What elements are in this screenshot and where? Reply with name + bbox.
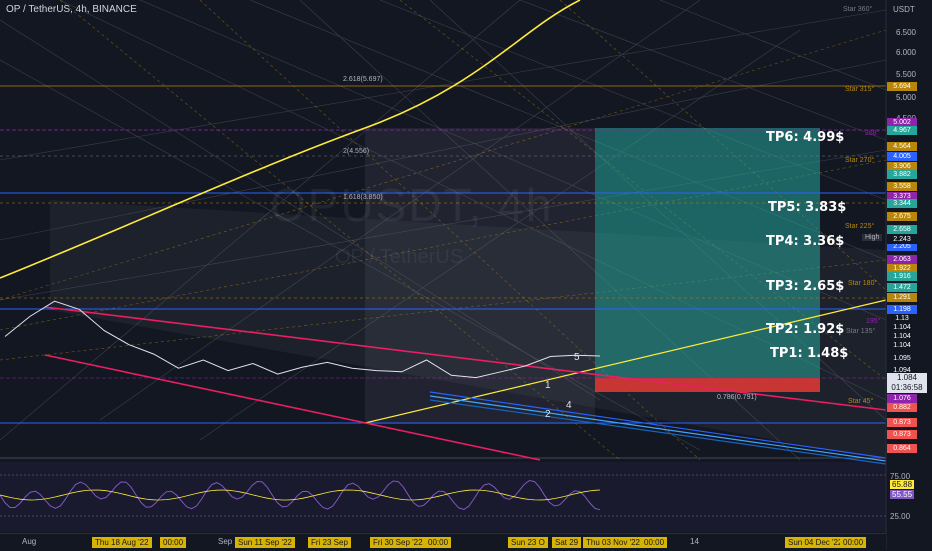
star-label: Star 270° <box>845 157 875 164</box>
wave-label: 2 <box>545 409 551 420</box>
price-chart[interactable] <box>0 0 932 550</box>
tp3-label: TP3: 2.65$ <box>766 279 845 294</box>
price-level-tag: 2.658 <box>887 225 917 234</box>
price-level-tag: 0.864 <box>887 444 917 453</box>
fib-label: 1.618(3.850) <box>343 194 383 201</box>
price-level-tag: 1.198 <box>887 305 917 314</box>
price-level-tag: 2.243 <box>887 235 917 244</box>
price-level-tag: 4.967 <box>887 126 917 135</box>
time-axis-label: 00:00 <box>840 537 867 548</box>
tp5-label: TP5: 3.83$ <box>768 200 847 215</box>
tp6-label: TP6: 4.99$ <box>766 130 845 145</box>
time-axis-label: Thu 03 Nov '22 <box>583 537 644 548</box>
star-label: Star 315° <box>845 86 875 93</box>
price-level-tag: 0.873 <box>887 418 917 427</box>
price-level-tag: 1.104 <box>887 323 917 332</box>
rsi-level: 25.00 <box>890 512 911 521</box>
price-level-tag: 2.063 <box>887 255 917 264</box>
price-axis-label: 5.000 <box>895 93 916 102</box>
star-label: 288° <box>865 130 880 137</box>
price-level-tag: 1.291 <box>887 293 917 302</box>
price-level-tag: 0.873 <box>887 430 917 439</box>
current-price: 1.084 <box>896 373 918 382</box>
time-axis-label: Sat 29 <box>552 537 582 548</box>
chart-area[interactable]: OP / TetherUS, 4h, BINANCE USDT OPUSDT, … <box>0 0 932 551</box>
price-level-tag: 1.076 <box>887 394 917 403</box>
wave-label: 5 <box>574 352 580 363</box>
stop-loss-zone <box>595 378 820 392</box>
price-level-tag: 1.13 <box>887 314 917 323</box>
time-axis-label: 14 <box>690 537 699 546</box>
shaded-zone <box>365 128 595 424</box>
price-axis-label: 5.500 <box>895 70 916 79</box>
price-level-tag: 2.675 <box>887 212 917 221</box>
price-level-tag: 1.095 <box>887 354 917 363</box>
price-level-tag: 4.564 <box>887 142 917 151</box>
time-axis-label: Fri 30 Sep '22 <box>370 537 426 548</box>
long-target-zone <box>595 128 820 378</box>
tp1-label: TP1: 1.48$ <box>770 346 849 361</box>
time-axis-label: 00:00 <box>641 537 668 548</box>
star-label: Star 45° <box>848 398 874 405</box>
watermark-name: OP / TetherUS <box>335 246 464 268</box>
time-axis-label: Sun 23 O <box>508 537 548 548</box>
price-level-tag: 4.005 <box>887 152 917 161</box>
time-axis-label: Fri 23 Sep <box>308 537 351 548</box>
symbol-title[interactable]: OP / TetherUS, 4h, BINANCE <box>6 4 137 15</box>
price-level-tag: 1.104 <box>887 341 917 350</box>
time-axis-label: Sep <box>218 537 233 546</box>
currency-label: USDT <box>893 5 915 14</box>
rsi-ma-value: 65.88 <box>890 480 915 489</box>
price-axis-label: 6.000 <box>895 48 916 57</box>
time-axis-label: Sun 04 Dec '22 <box>785 537 846 548</box>
time-axis-label: Sun 11 Sep '22 <box>235 537 295 548</box>
star-label: Star 180° <box>848 280 878 287</box>
price-level-tag: 3.344 <box>887 199 917 208</box>
current-price-tag: 1.084 01:36:58 <box>887 373 927 393</box>
bar-countdown: 01:36:58 <box>891 383 923 392</box>
price-level-tag: 0.882 <box>887 403 917 412</box>
tp2-label: TP2: 1.92$ <box>766 322 845 337</box>
star-label: Star 135° <box>846 328 876 335</box>
time-axis-label: Aug <box>22 537 37 546</box>
star-label: Star 360° <box>843 6 873 13</box>
fib-label: 2.618(5.697) <box>343 76 383 83</box>
price-level-tag: 3.558 <box>887 182 917 191</box>
price-level-tag: 3.882 <box>887 170 917 179</box>
price-level-tag: 5.694 <box>887 82 917 91</box>
rsi-value: 55.55 <box>890 490 915 499</box>
wave-label: 4 <box>566 400 572 411</box>
price-level-tag: 1.472 <box>887 283 917 292</box>
star-label: 195° <box>866 318 881 325</box>
fib-label: 2(4.556) <box>343 148 370 155</box>
tp4-label: TP4: 3.36$ <box>766 234 845 249</box>
rsi-pane <box>0 462 886 532</box>
star-label: Star 225° <box>845 223 875 230</box>
high-label: High <box>862 234 883 241</box>
price-level-tag: 1.916 <box>887 272 917 281</box>
time-axis-label: 00:00 <box>425 537 452 548</box>
time-axis-label: 00:00 <box>160 537 187 548</box>
fib-label: 0.786(0.791) <box>717 394 757 401</box>
watermark-symbol: OPUSDT, 4h <box>270 179 554 231</box>
price-level-tag: 1.104 <box>887 332 917 341</box>
price-axis-label: 6.500 <box>895 28 916 37</box>
wave-label: 1 <box>545 380 551 391</box>
time-axis-label: Thu 18 Aug '22 <box>92 537 152 548</box>
